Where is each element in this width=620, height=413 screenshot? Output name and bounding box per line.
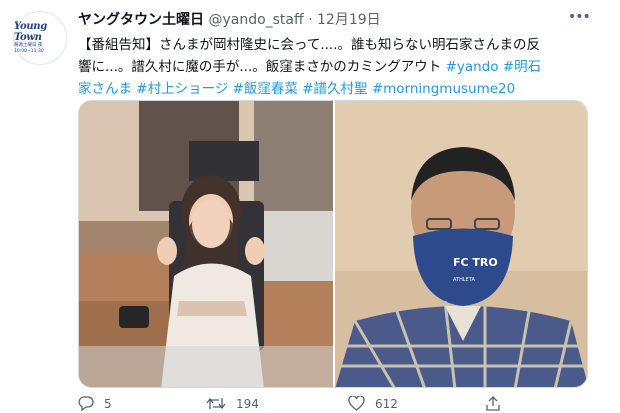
media-grid: FC TRO ATHLETA bbox=[78, 100, 588, 388]
studio-photo-image bbox=[79, 101, 333, 387]
mask-logo-text: FC TRO bbox=[453, 256, 498, 269]
tweet-date[interactable]: 12月19日 bbox=[317, 12, 381, 28]
share-button[interactable] bbox=[486, 396, 510, 411]
more-options-button[interactable]: ••• bbox=[568, 9, 591, 25]
right-photo[interactable]: FC TRO ATHLETA bbox=[335, 101, 587, 387]
tweet-header: ヤングタウン土曜日 @yando_staff · 12月19日 bbox=[78, 9, 381, 29]
tweet-card: Young Town 毎週土曜日 夜10:00~11:30 ヤングタウン土曜日 … bbox=[0, 0, 620, 413]
avatar-logo-subtext: 毎週土曜日 夜10:00~11:30 bbox=[14, 43, 44, 54]
tweet-text-line-2: 響に...。譜久村に魔の手が...。飯窪まさかのカミングアウト bbox=[78, 59, 442, 75]
display-name[interactable]: ヤングタウン土曜日 bbox=[78, 12, 204, 28]
avatar[interactable]: Young Town 毎週土曜日 夜10:00~11:30 bbox=[13, 11, 67, 65]
mask-brand-text: ATHLETA bbox=[453, 277, 475, 283]
avatar-logo-text: Young Town bbox=[14, 21, 47, 43]
action-bar: 5 194 612 bbox=[78, 396, 588, 413]
retweet-button[interactable]: 194 bbox=[206, 396, 259, 411]
reply-button[interactable]: 5 bbox=[78, 396, 112, 411]
reply-icon bbox=[78, 396, 94, 411]
retweet-icon bbox=[206, 397, 226, 410]
hashtag-links[interactable]: 家さんま #村上ショージ #飯窪春菜 #譜久村聖 #morningmusume2… bbox=[78, 78, 588, 100]
tweet-text-line-1: 【番組告知】さんまが岡村隆史に会って....。誰も知らない明石家さんまの反 bbox=[78, 37, 540, 53]
retweet-count: 194 bbox=[236, 396, 259, 411]
like-button[interactable]: 612 bbox=[348, 396, 398, 411]
left-photo[interactable] bbox=[79, 101, 333, 387]
masked-man-photo-image: FC TRO ATHLETA bbox=[335, 101, 587, 387]
like-count: 612 bbox=[375, 396, 398, 411]
share-icon bbox=[486, 396, 500, 411]
more-horizontal-icon: ••• bbox=[568, 9, 591, 25]
header-separator: · bbox=[308, 12, 313, 28]
reply-count: 5 bbox=[104, 396, 112, 411]
user-handle[interactable]: @yando_staff bbox=[208, 12, 303, 28]
tweet-text: 【番組告知】さんまが岡村隆史に会って....。誰も知らない明石家さんまの反 響に… bbox=[78, 34, 588, 100]
heart-icon bbox=[348, 396, 365, 411]
hashtag-link[interactable]: #yando #明石 bbox=[446, 59, 542, 75]
